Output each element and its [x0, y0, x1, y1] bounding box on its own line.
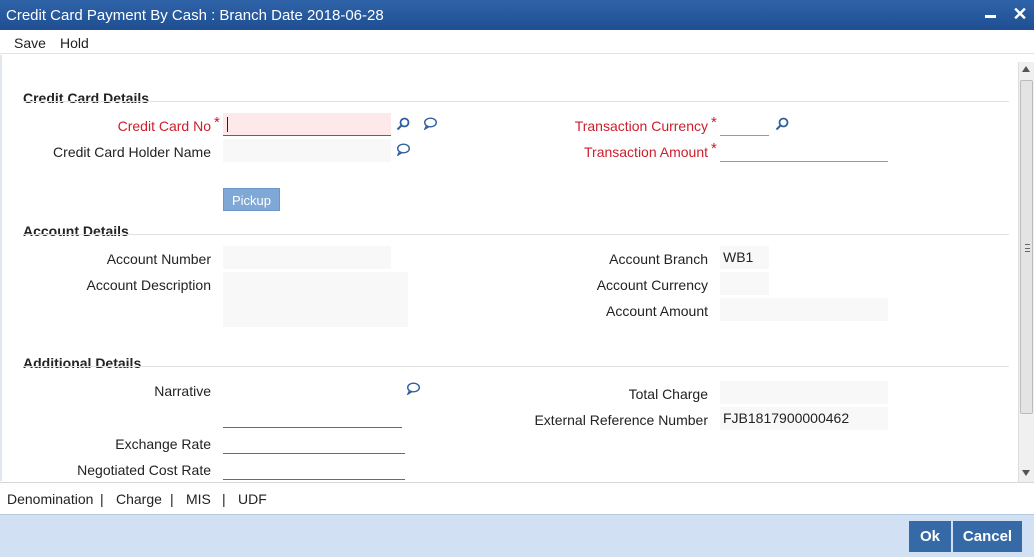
text-cursor [227, 117, 228, 132]
negotiated-cost-rate-label: Negotiated Cost Rate [77, 462, 211, 478]
account-number-label: Account Number [106, 251, 211, 267]
tab-udf[interactable]: UDF [238, 491, 267, 507]
tab-mis[interactable]: MIS [186, 491, 211, 507]
tab-separator: | [100, 491, 104, 507]
scrollbar-thumb[interactable] [1020, 80, 1033, 414]
tab-separator: | [222, 491, 226, 507]
search-icon[interactable] [775, 117, 789, 131]
account-description-textarea[interactable] [223, 272, 408, 327]
required-asterisk: * [711, 140, 717, 157]
transaction-amount-input[interactable] [720, 139, 888, 162]
exchange-rate-label: Exchange Rate [115, 436, 211, 452]
minimize-button[interactable] [982, 4, 1000, 24]
section-divider [23, 101, 1009, 102]
account-number-input[interactable] [223, 246, 391, 269]
account-currency-label: Account Currency [596, 277, 708, 293]
section-account-details: Account Details [23, 223, 129, 239]
cancel-button[interactable]: Cancel [953, 521, 1022, 552]
hold-menu-item[interactable]: Hold [60, 35, 89, 51]
ok-button[interactable]: Ok [909, 521, 951, 552]
vertical-scrollbar[interactable] [1018, 62, 1034, 482]
transaction-amount-label: Transaction Amount [584, 144, 708, 160]
external-reference-number-input[interactable]: FJB1817900000462 [720, 407, 888, 430]
card-holder-name-input[interactable] [223, 139, 391, 162]
account-branch-value: WB1 [723, 249, 754, 265]
search-icon[interactable] [396, 117, 410, 131]
window-title: Credit Card Payment By Cash : Branch Dat… [6, 7, 384, 24]
save-menu-item[interactable]: Save [14, 35, 46, 51]
tab-separator: | [170, 491, 174, 507]
account-currency-input[interactable] [720, 272, 769, 295]
account-branch-input[interactable]: WB1 [720, 246, 769, 269]
section-credit-card-details: Credit Card Details [23, 90, 150, 106]
transaction-currency-input[interactable] [720, 113, 769, 136]
narrative-label: Narrative [154, 383, 211, 399]
credit-card-no-label: Credit Card No [117, 118, 211, 134]
dialog-footer: Ok Cancel [0, 514, 1034, 557]
narrative-input[interactable] [223, 405, 402, 428]
chat-icon[interactable] [396, 143, 410, 156]
grip-icon [1025, 244, 1030, 252]
section-divider [23, 366, 1009, 367]
close-button[interactable]: ✕ [1010, 3, 1030, 25]
menu-bar: Save Hold [0, 30, 1034, 54]
chat-icon[interactable] [406, 382, 420, 395]
tab-denomination[interactable]: Denomination [7, 491, 93, 507]
section-divider [23, 234, 1009, 235]
tab-charge[interactable]: Charge [116, 491, 162, 507]
card-holder-name-label: Credit Card Holder Name [53, 144, 211, 160]
chat-icon[interactable] [423, 117, 437, 130]
negotiated-cost-rate-input[interactable] [223, 457, 405, 480]
total-charge-label: Total Charge [628, 386, 708, 402]
section-additional-details: Additional Details [23, 355, 142, 371]
bottom-tab-bar: Denomination | Charge | MIS | UDF [0, 482, 1034, 514]
form-content: Credit Card Details Credit Card No * Cre… [0, 55, 1018, 481]
scroll-down-arrow-icon[interactable] [1022, 470, 1030, 476]
required-asterisk: * [214, 114, 220, 131]
required-asterisk: * [711, 114, 717, 131]
external-reference-number-value: FJB1817900000462 [723, 410, 850, 426]
exchange-rate-input[interactable] [223, 431, 405, 454]
external-reference-number-label: External Reference Number [534, 412, 708, 428]
account-branch-label: Account Branch [609, 251, 708, 267]
account-amount-input[interactable] [720, 298, 888, 321]
total-charge-input[interactable] [720, 381, 888, 404]
account-amount-label: Account Amount [606, 303, 708, 319]
window-titlebar: Credit Card Payment By Cash : Branch Dat… [0, 0, 1034, 30]
account-description-label: Account Description [86, 277, 211, 293]
transaction-currency-label: Transaction Currency [574, 118, 708, 134]
pickup-button[interactable]: Pickup [223, 188, 280, 211]
scroll-up-arrow-icon[interactable] [1022, 66, 1030, 72]
credit-card-no-input[interactable] [223, 113, 391, 136]
